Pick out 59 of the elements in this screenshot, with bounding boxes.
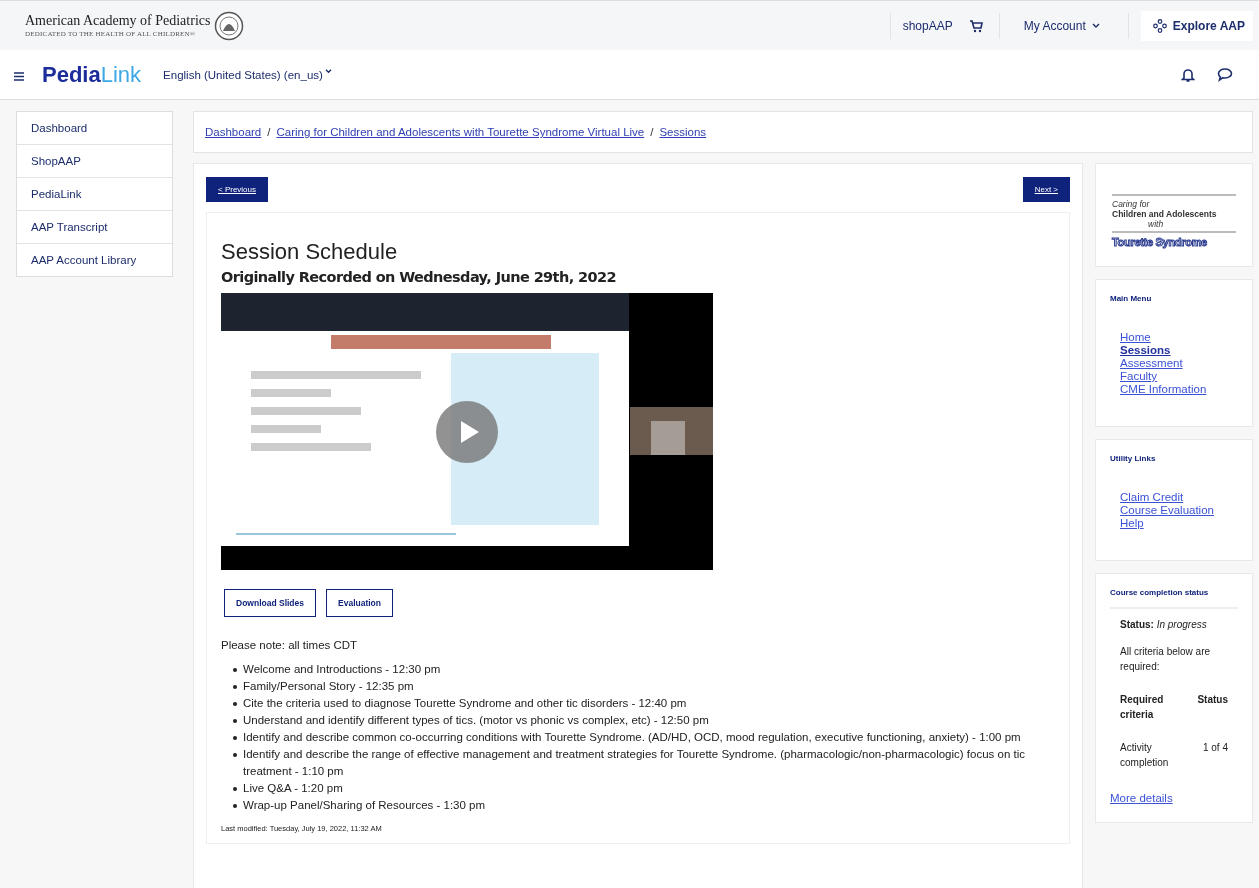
caret-icon	[324, 68, 332, 74]
cart-icon[interactable]	[968, 18, 983, 33]
page-title: Session Schedule	[221, 239, 399, 265]
time-note: Please note: all times CDT	[221, 639, 359, 651]
schedule-item: Understand and identify different types of tics. (motor vs phonic vs complex, etc) - 12:50 pm	[231, 712, 1055, 729]
sidebar-item[interactable]: Dashboard	[17, 112, 172, 145]
utility-link[interactable]: Help	[1120, 517, 1238, 530]
breadcrumb-link[interactable]: Sessions	[659, 126, 707, 138]
sidebar-item[interactable]: AAP Transcript	[17, 211, 172, 244]
column-header: Status	[1197, 693, 1228, 707]
schedule-item: Cite the criteria used to diagnose Tourette Syndrome and other tic disorders - 12:40 pm	[231, 695, 1055, 712]
table-cell-text: 1 of 4	[1202, 741, 1228, 755]
schedule-item: Identify and describe common co-occurring conditions with Tourette Syndrome. (AD/HD, OCD, mood regulation, executive functioning, anxiety) - 1:00 pm	[231, 729, 1055, 746]
action-button[interactable]: Download Slides	[224, 589, 316, 617]
menu-link[interactable]: Faculty	[1120, 370, 1238, 383]
account-menu[interactable]: My Account	[998, 12, 1129, 39]
menu-link[interactable]: Assessment	[1120, 357, 1238, 370]
criteria-note: All criteria below are required:	[1120, 645, 1212, 674]
caret-icon	[1091, 22, 1100, 29]
column-header: Required criteria	[1120, 693, 1165, 722]
sidebar-item[interactable]: ShopAAP	[17, 145, 172, 178]
menu-link[interactable]: Sessions	[1120, 344, 1238, 357]
chat-icon[interactable]	[1217, 67, 1233, 82]
block-title: Course completion status	[1110, 588, 1238, 609]
utility-link[interactable]: Claim Credit	[1120, 491, 1238, 504]
shop-link[interactable]: shopAAP	[889, 12, 965, 39]
sidebar-item[interactable]: AAP Account Library	[17, 244, 172, 276]
seal-icon	[214, 10, 245, 41]
org-name: American Academy of Pediatrics	[25, 13, 211, 29]
completion-status: Status: In progress	[1120, 619, 1208, 630]
schedule-item: Wrap-up Panel/Sharing of Resources - 1:30 pm	[231, 797, 1055, 814]
table-cell-text: Activity completion	[1120, 741, 1170, 770]
language-selector[interactable]: English (United States) (en_us)	[163, 68, 332, 81]
schedule-item: Welcome and Introductions - 12:30 pm	[231, 661, 1055, 678]
network-icon	[1152, 18, 1167, 33]
previous-button[interactable]: < Previous	[206, 177, 269, 202]
breadcrumb-link[interactable]: Caring for Children and Adolescents with Tourette Syndrome Virtual Live	[276, 126, 645, 138]
schedule-item: Family/Personal Story - 12:35 pm	[231, 678, 1055, 695]
menu-icon[interactable]	[14, 72, 24, 81]
explore-button[interactable]: Explore AAP	[1140, 10, 1253, 41]
next-button[interactable]: Next >	[1022, 177, 1070, 202]
schedule-item: Identify and describe the range of effective management and treatment strategies for Tourette Syndrome. (pharmacologic/non-pharmacologic) focus on tic treatment - 1:10 pm	[231, 746, 1055, 780]
breadcrumb-separator: /	[267, 126, 271, 138]
action-button[interactable]: Evaluation	[326, 589, 393, 617]
play-icon[interactable]	[436, 401, 498, 463]
course-logo: Caring for Children and Adolescents with Tourette Syndrome	[1112, 194, 1236, 248]
block-title: Main Menu	[1110, 294, 1153, 303]
breadcrumb-separator: /	[650, 126, 654, 138]
menu-link[interactable]: Home	[1120, 331, 1238, 344]
block-title: Utility Links	[1110, 454, 1157, 463]
bell-icon[interactable]	[1181, 66, 1195, 83]
pedialink-logo[interactable]: PediaLink	[42, 61, 142, 88]
sidebar-item[interactable]: PediaLink	[17, 178, 172, 211]
more-details-link[interactable]: More details	[1110, 792, 1173, 805]
menu-link[interactable]: CME Information	[1120, 383, 1238, 396]
utility-link[interactable]: Course Evaluation	[1120, 504, 1238, 517]
breadcrumb-link[interactable]: Dashboard	[205, 126, 262, 138]
recording-date: Originally Recorded on Wednesday, June 29th, 2022	[221, 269, 617, 285]
schedule-item: Live Q&A - 1:20 pm	[231, 780, 1055, 797]
